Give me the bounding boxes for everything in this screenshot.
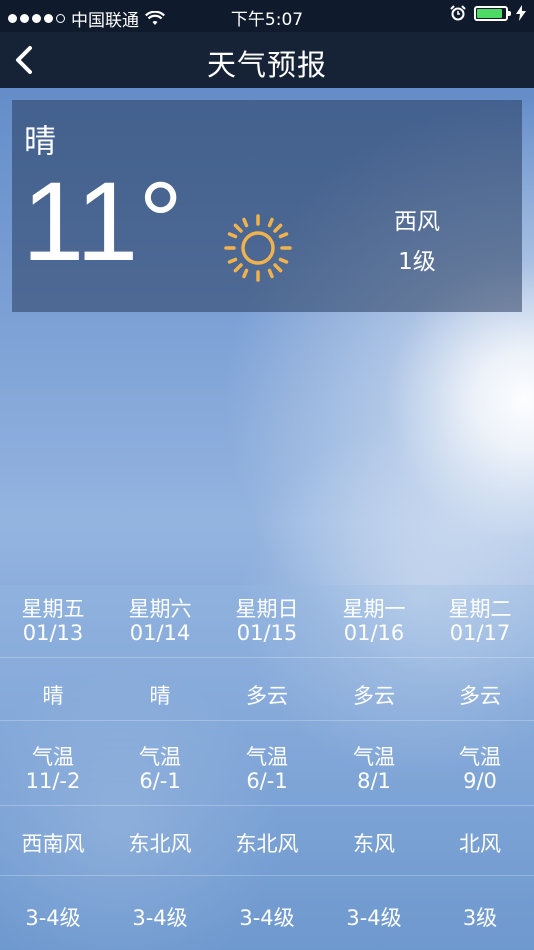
sun-icon: [224, 214, 292, 282]
forecast-condition: 多云: [246, 684, 288, 708]
forecast-wind: 东北风: [128, 832, 192, 856]
forecast-wind: 东风: [353, 832, 395, 856]
alarm-icon: [450, 5, 466, 21]
forecast-temp-label: 气温: [353, 745, 395, 769]
row-divider: [0, 875, 534, 876]
row-divider: [0, 657, 534, 658]
row-divider: [0, 805, 534, 806]
charging-bolt-icon: [516, 5, 526, 21]
forecast-wind-level: 3-4级: [25, 906, 81, 930]
forecast-wind-level: 3级: [462, 906, 498, 930]
forecast-temp-label: 气温: [139, 745, 181, 769]
forecast-temp: 8/1: [357, 769, 391, 793]
forecast-temp-label: 气温: [459, 745, 501, 769]
current-condition: 晴: [24, 122, 57, 160]
forecast-day: 星期六: [128, 597, 192, 621]
forecast-date: 01/14: [129, 621, 191, 645]
forecast-wind: 北风: [459, 832, 501, 856]
forecast-wind: 西南风: [21, 832, 85, 856]
forecast-day: 星期一: [342, 597, 406, 621]
current-temperature: 11°: [22, 159, 184, 284]
forecast-wind-level: 3-4级: [132, 906, 188, 930]
current-wind-direction: 西风: [394, 209, 440, 235]
page-title: 天气预报: [206, 48, 327, 82]
current-weather-card: 晴 11° 西风 1级: [12, 100, 522, 312]
forecast-condition: 多云: [353, 684, 395, 708]
forecast-date: 01/13: [22, 621, 84, 645]
forecast-temp-label: 气温: [246, 745, 288, 769]
forecast-temp-label: 气温: [32, 745, 74, 769]
forecast-temp: 6/-1: [246, 769, 288, 793]
forecast-condition: 多云: [459, 684, 501, 708]
forecast-condition: 晴: [149, 684, 171, 708]
forecast-condition: 晴: [42, 684, 64, 708]
row-divider: [0, 720, 534, 721]
forecast-table: 星期五 01/13 晴 气温 11/-2 西南风 3-4级 星期六 01/14 …: [0, 585, 534, 950]
forecast-day: 星期日: [235, 597, 299, 621]
forecast-date: 01/17: [449, 621, 511, 645]
forecast-wind-level: 3-4级: [239, 906, 295, 930]
current-wind-level: 1级: [398, 249, 436, 275]
status-right: [450, 5, 526, 21]
forecast-wind: 东北风: [235, 832, 299, 856]
nav-bar: 天气预报: [0, 32, 534, 88]
forecast-wind-level: 3-4级: [346, 906, 402, 930]
status-bar: 中国联通 下午5:07: [0, 0, 534, 32]
forecast-temp: 6/-1: [139, 769, 181, 793]
forecast-temp: 11/-2: [25, 769, 81, 793]
forecast-day: 星期二: [448, 597, 512, 621]
forecast-day: 星期五: [21, 597, 85, 621]
forecast-temp: 9/0: [463, 769, 497, 793]
forecast-date: 01/15: [236, 621, 298, 645]
forecast-date: 01/16: [343, 621, 405, 645]
battery-icon: [474, 5, 511, 21]
